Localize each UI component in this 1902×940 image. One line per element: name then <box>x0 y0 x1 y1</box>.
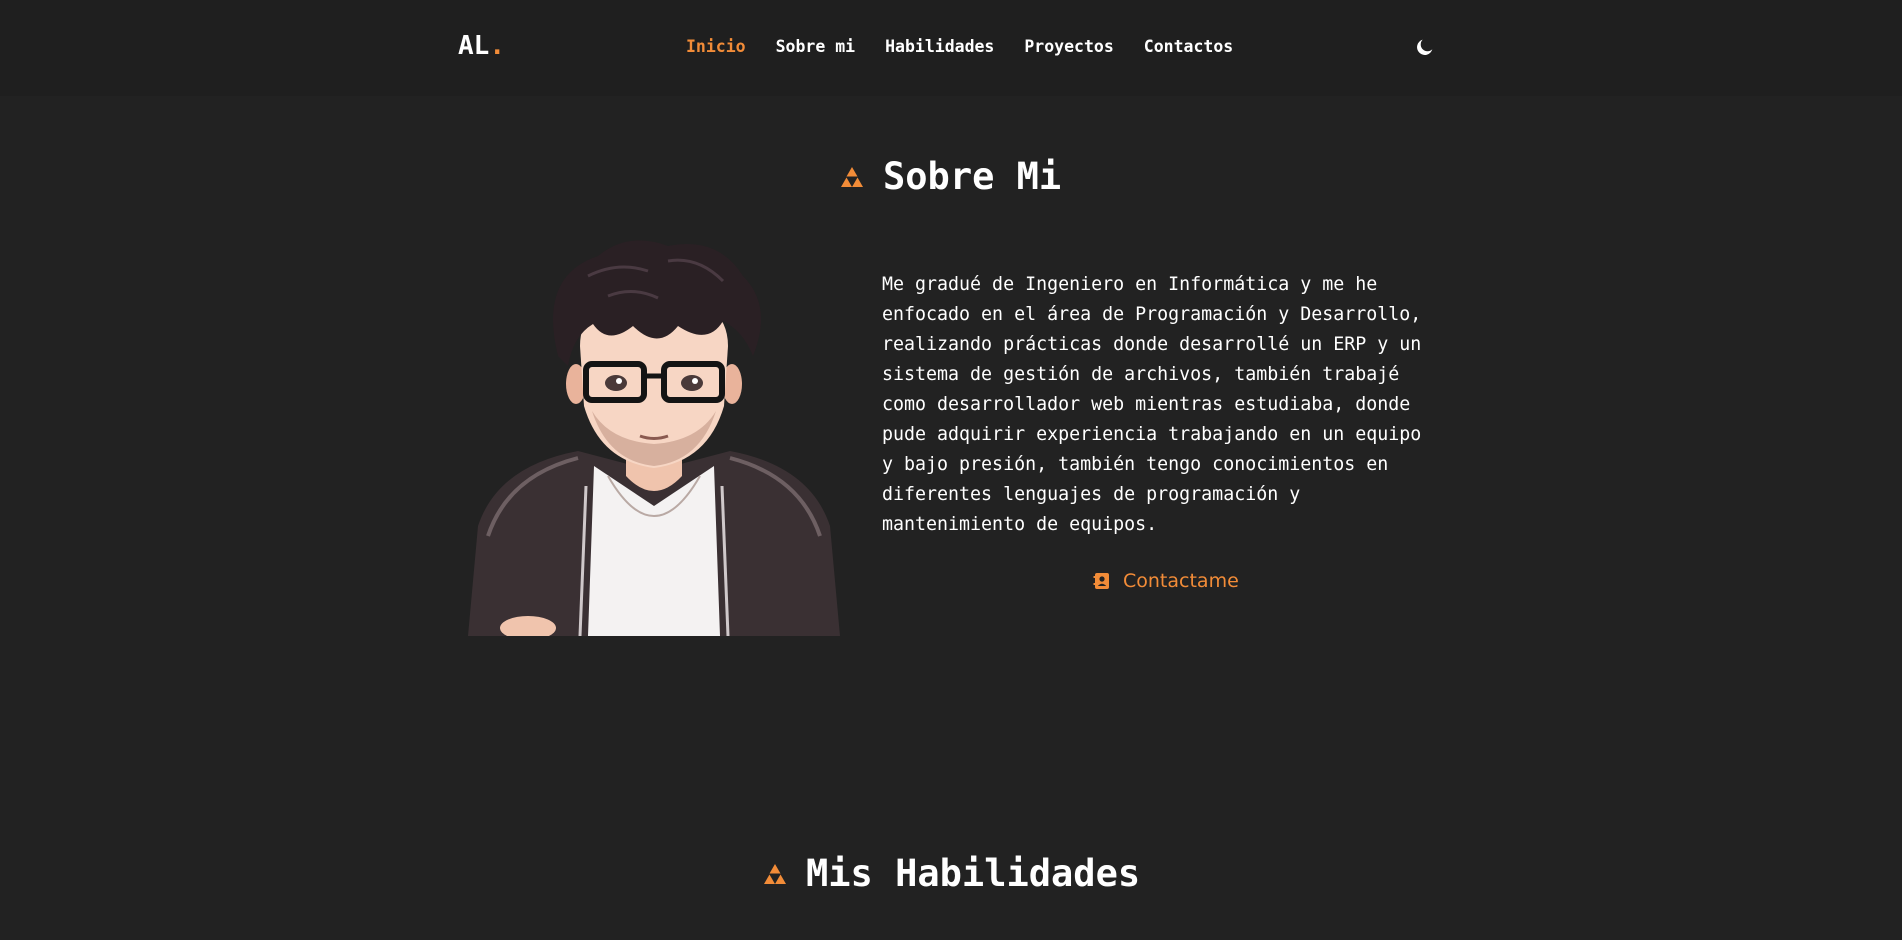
moon-icon <box>1417 39 1433 55</box>
about-title-text: Sobre Mi <box>883 155 1062 198</box>
triforce-icon <box>841 166 863 187</box>
triforce-icon <box>764 863 786 884</box>
avatar <box>468 236 840 636</box>
contact-button-label: Contactame <box>1123 570 1239 592</box>
skills-title-text: Mis Habilidades <box>806 852 1141 895</box>
nav-item-proyectos[interactable]: Proyectos <box>1024 37 1113 56</box>
logo-text: AL <box>458 31 490 61</box>
logo[interactable]: AL. <box>458 31 505 61</box>
nav-item-sobre-mi[interactable]: Sobre mi <box>776 37 855 56</box>
theme-toggle-button[interactable] <box>1414 36 1436 58</box>
contact-card-icon <box>1093 573 1109 589</box>
nav-item-inicio[interactable]: Inicio <box>686 37 746 56</box>
nav-item-contactos[interactable]: Contactos <box>1144 37 1233 56</box>
contact-button[interactable]: Contactame <box>1093 570 1239 592</box>
nav-item-habilidades[interactable]: Habilidades <box>885 37 994 56</box>
skills-section-title: Mis Habilidades <box>764 852 1140 895</box>
avatar-illustration <box>468 240 840 636</box>
about-bio: Me gradué de Ingeniero en Informática y … <box>882 274 1422 535</box>
about-section-title: Sobre Mi <box>841 155 1061 198</box>
main-nav: Inicio Sobre mi Habilidades Proyectos Co… <box>686 37 1263 56</box>
logo-dot: . <box>489 31 505 61</box>
site-header: AL. Inicio Sobre mi Habilidades Proyecto… <box>0 0 1902 96</box>
